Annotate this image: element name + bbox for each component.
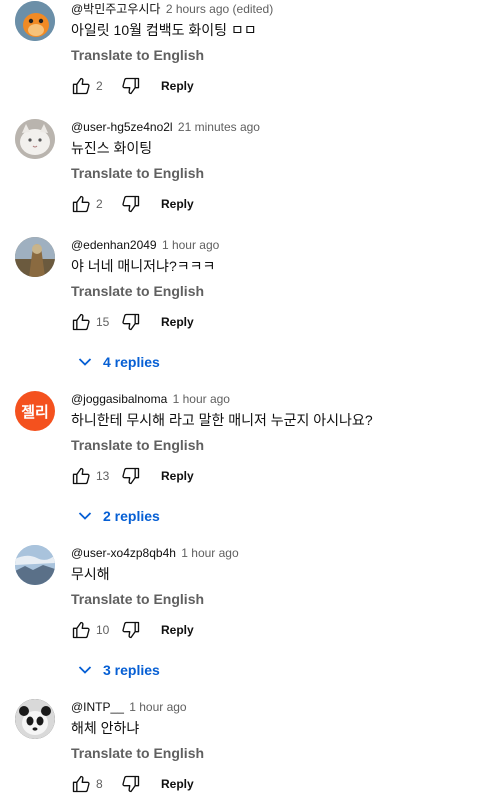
replies-count: 4 replies [103,354,160,370]
chevron-down-icon [78,666,92,674]
comment-text: 무시해 [71,566,110,582]
avatar[interactable] [15,237,55,277]
thumbs-up-icon [72,621,90,639]
comment-author[interactable]: @user-xo4zp8qb4h [71,546,176,560]
translate-button[interactable]: Translate to English [71,163,471,183]
reply-button[interactable]: Reply [161,79,194,93]
replies-count: 2 replies [103,508,160,524]
thumbs-down-icon [122,467,140,485]
avatar-initials: 젤리 [21,402,49,421]
photo-icon [15,237,55,277]
comment-text: 해체 안하냐 [71,720,140,736]
thumbs-down-icon [122,621,140,639]
translate-button[interactable]: Translate to English [71,45,471,65]
like-count: 2 [96,79,103,93]
replies-count: 3 replies [103,662,160,678]
thumbs-up-icon [72,77,90,95]
thumbs-up-icon [72,195,90,213]
translate-button[interactable]: Translate to English [71,435,471,455]
like-count: 2 [96,197,103,211]
reply-button[interactable]: Reply [161,623,194,637]
comment-text: 야 너네 매니저냐?ㅋㅋㅋ [71,258,216,274]
thumbs-down-icon [122,775,140,793]
reply-button[interactable]: Reply [161,315,194,329]
dislike-button[interactable] [119,464,143,488]
comment-author[interactable]: @INTP__ [71,700,124,714]
comment-time[interactable]: 1 hour ago [162,238,219,252]
reply-button[interactable]: Reply [161,469,194,483]
comment-author[interactable]: @joggasibalnoma [71,392,167,406]
chevron-down-icon [78,512,92,520]
thumbs-down-icon [122,195,140,213]
comment-text: 뉴진스 화이팅 [71,140,153,156]
white-cat-icon [15,119,55,159]
chevron-down-icon [78,358,92,366]
like-count: 15 [96,315,110,329]
like-count: 8 [96,777,103,791]
comment-time[interactable]: 2 hours ago (edited) [166,2,273,16]
comment-author[interactable]: @edenhan2049 [71,238,157,252]
dislike-button[interactable] [119,618,143,642]
comment-time[interactable]: 1 hour ago [173,392,230,406]
dislike-button[interactable] [119,772,143,796]
comment-author[interactable]: @박민주고우시다 [71,2,160,16]
like-count: 10 [96,623,110,637]
dislike-button[interactable] [119,192,143,216]
view-replies-button[interactable]: 2 replies [73,506,471,526]
like-button[interactable] [69,618,93,642]
like-button[interactable] [69,74,93,98]
like-button[interactable] [69,772,93,796]
thumbs-up-icon [72,467,90,485]
thumbs-down-icon [122,77,140,95]
translate-button[interactable]: Translate to English [71,743,471,763]
dislike-button[interactable] [119,74,143,98]
reply-button[interactable]: Reply [161,197,194,211]
avatar[interactable] [15,119,55,159]
view-replies-button[interactable]: 3 replies [73,660,471,680]
like-button[interactable] [69,310,93,334]
reply-button[interactable]: Reply [161,777,194,791]
thumbs-up-icon [72,313,90,331]
thumbs-up-icon [72,775,90,793]
panda-icon [15,699,55,739]
comment-text: 하니한테 무시해 라고 말한 매니저 누군지 아시나요? [71,412,373,428]
comment-time[interactable]: 1 hour ago [181,546,238,560]
avatar[interactable] [15,1,55,41]
translate-button[interactable]: Translate to English [71,589,471,609]
translate-button[interactable]: Translate to English [71,281,471,301]
thumbs-down-icon [122,313,140,331]
avatar[interactable] [15,699,55,739]
avatar[interactable] [15,545,55,585]
comment-text: 아일릿 10월 컴백도 화이팅 ㅁㅁ [71,22,257,38]
like-count: 13 [96,469,110,483]
avatar[interactable]: 젤리 [15,391,55,431]
view-replies-button[interactable]: 4 replies [73,352,471,372]
comment-time[interactable]: 21 minutes ago [178,120,260,134]
like-button[interactable] [69,464,93,488]
comment-author[interactable]: @user-hg5ze4no2l [71,120,173,134]
like-button[interactable] [69,192,93,216]
sky-landscape-icon [15,545,55,585]
orange-creature-icon [15,1,55,41]
dislike-button[interactable] [119,310,143,334]
comment-time[interactable]: 1 hour ago [129,700,186,714]
